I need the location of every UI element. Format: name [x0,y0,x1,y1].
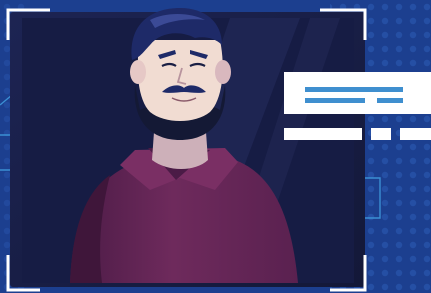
face [137,40,223,121]
bar-segment-3 [400,128,431,140]
ear-left [130,60,146,84]
card-line-2 [305,98,365,103]
card-line-3 [377,98,403,103]
id-card-placeholder-icon [284,72,431,114]
ear-right [215,60,231,84]
bar-segment-2 [371,128,391,140]
card-line-1 [305,87,403,92]
dashed-loading-bar-icon [284,128,431,140]
illustration-canvas [0,0,431,293]
card-body [284,72,431,114]
bar-segment-1 [284,128,362,140]
